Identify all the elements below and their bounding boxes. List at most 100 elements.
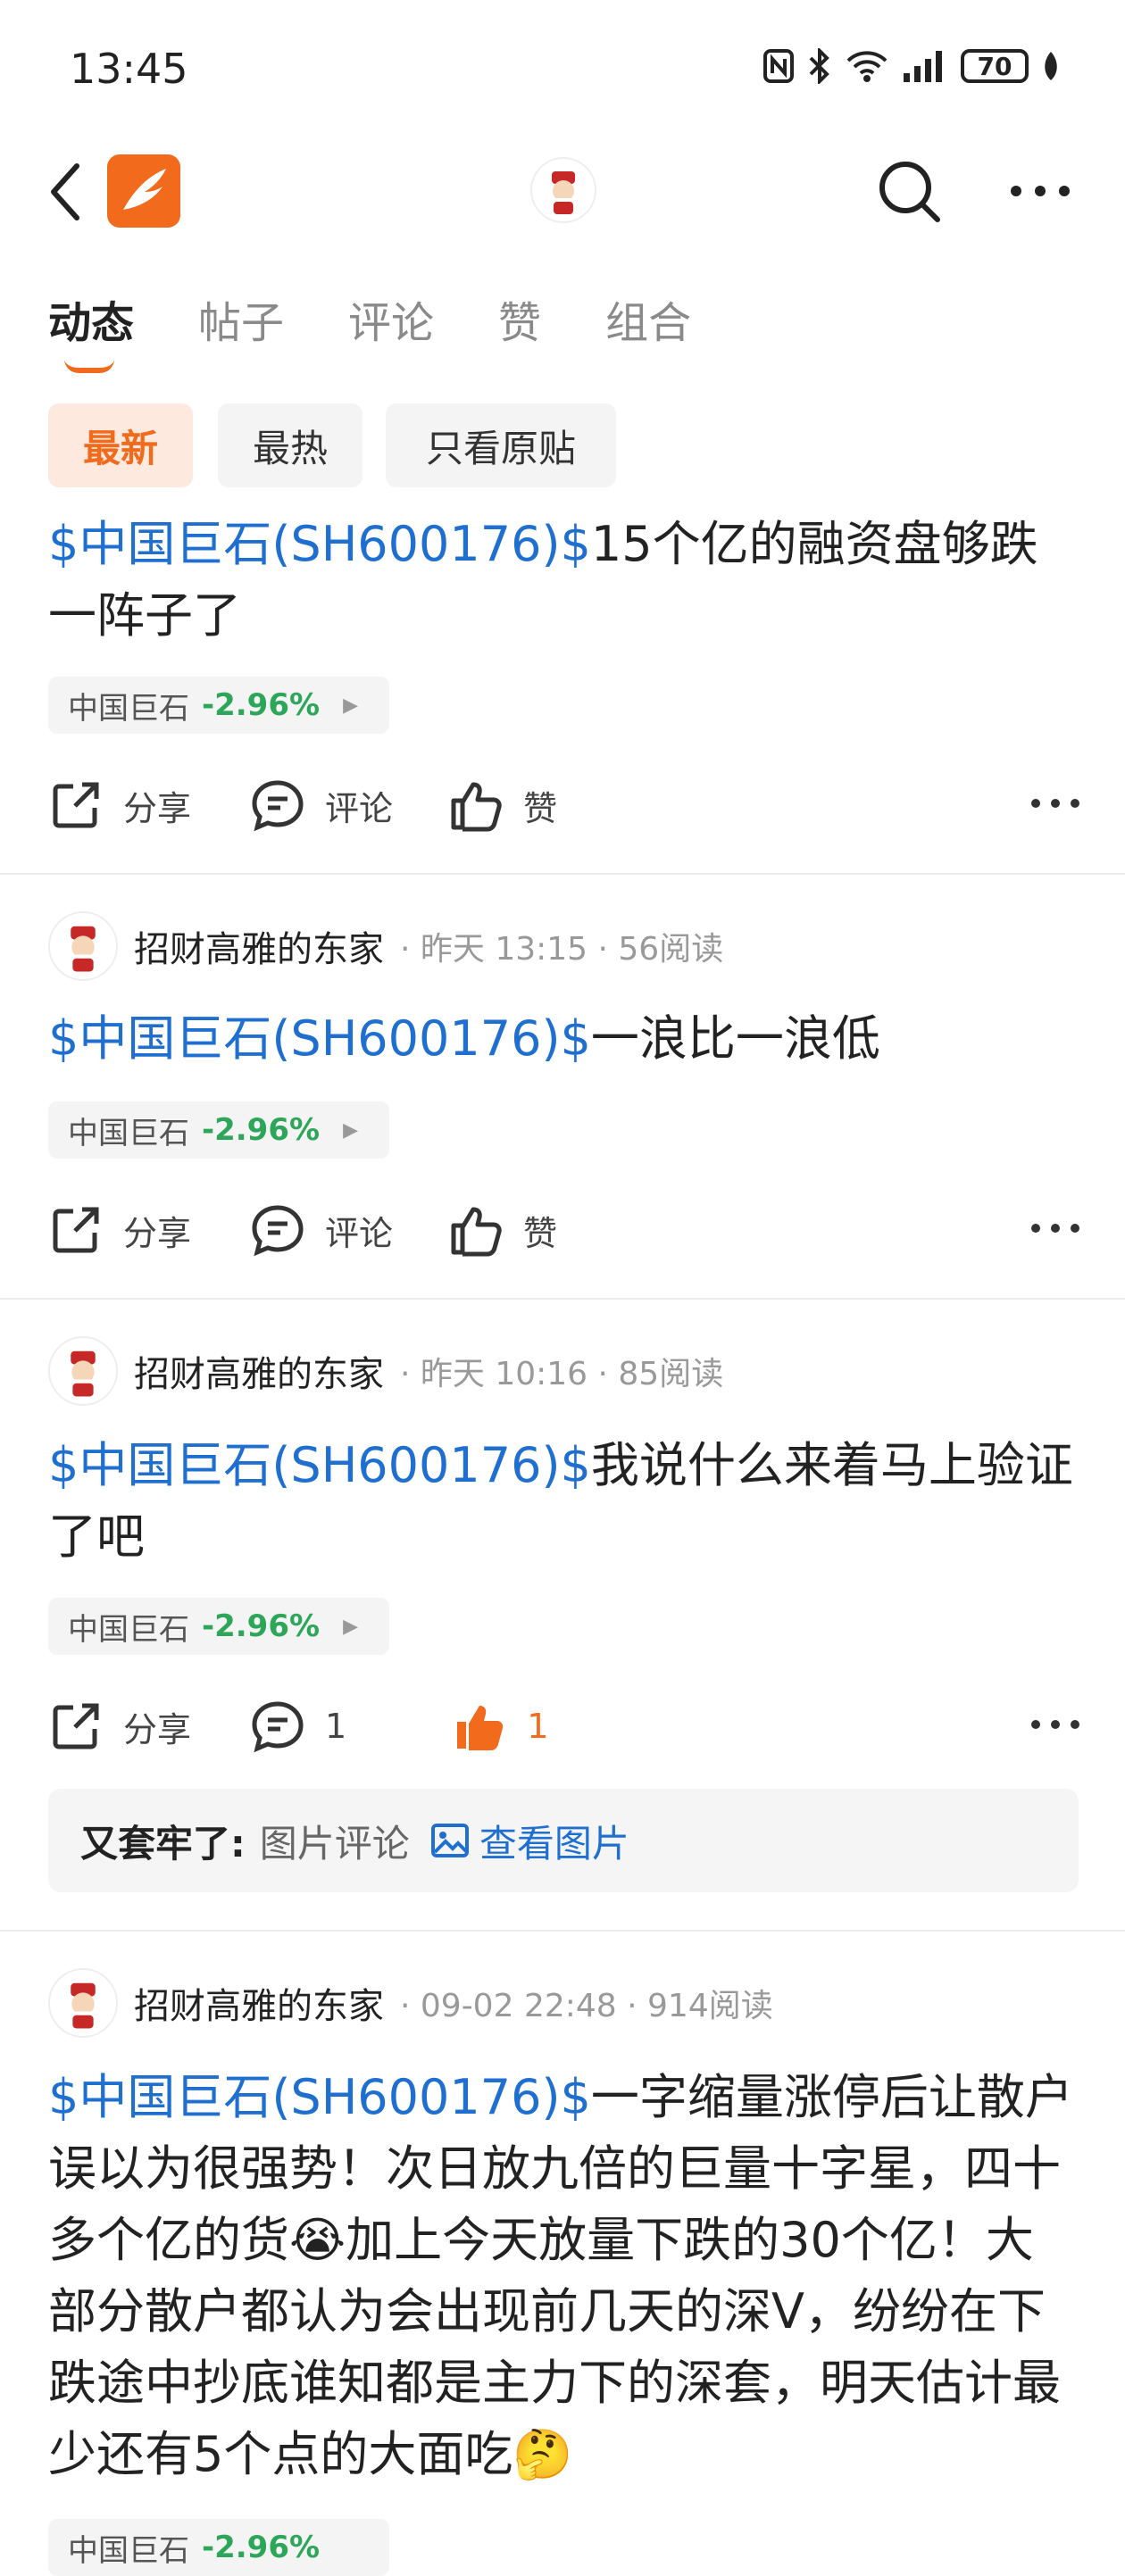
tab-posts[interactable]: 帖子 (198, 287, 284, 350)
stock-chip[interactable]: 中国巨石 -2.96% ▶ (48, 677, 389, 734)
author-name[interactable]: 招财高雅的东家 (134, 1977, 384, 2029)
stock-chip-name: 中国巨石 (68, 1115, 189, 1151)
like-button[interactable]: 赞 (448, 777, 557, 833)
stock-chip[interactable]: 中国巨石 -2.96% (48, 2519, 389, 2576)
share-icon (53, 782, 99, 828)
comment-text: 图片评论 (259, 1821, 410, 1866)
comment-icon (252, 780, 304, 832)
stock-chip[interactable]: 中国巨石 -2.96% ▶ (48, 1598, 389, 1655)
like-button[interactable]: 1 (452, 1699, 548, 1754)
tab-activity[interactable]: 动态 (48, 287, 135, 373)
image-icon (430, 1824, 469, 1857)
thumbs-up-icon (451, 782, 502, 832)
post-actions: 分享 评论 赞 (48, 769, 1080, 841)
comment-button[interactable]: 评论 (250, 777, 393, 833)
divider (0, 1930, 1125, 1932)
post-header[interactable]: 招财高雅的东家 · 09-02 22:48 · 914阅读 (48, 1965, 773, 2040)
like-button[interactable]: 赞 (448, 1202, 557, 1258)
more-icon[interactable] (1030, 1717, 1080, 1732)
stock-link[interactable]: $中国巨石(SH600176)$ (48, 1010, 591, 1067)
snowball-logo-icon (123, 169, 166, 210)
stock-chip-change: -2.96% (202, 2530, 321, 2565)
share-label: 分享 (123, 788, 192, 828)
avatar[interactable] (48, 911, 118, 981)
app-logo[interactable] (107, 154, 180, 228)
avatar[interactable] (48, 1968, 118, 2038)
god-of-wealth-avatar-icon (552, 171, 575, 214)
comment-label: 评论 (325, 1213, 394, 1253)
comment-label: 评论 (325, 788, 394, 828)
post-meta: · 09-02 22:48 · 914阅读 (400, 1988, 773, 2024)
god-of-wealth-avatar-icon (71, 1350, 96, 1397)
comment-preview[interactable]: 又套牢了: 图片评论 查看图片 (48, 1789, 1079, 1892)
share-icon (53, 1207, 99, 1253)
filter-latest[interactable]: 最新 (48, 403, 193, 487)
author-name[interactable]: 招财高雅的东家 (134, 1345, 384, 1397)
search-icon[interactable] (875, 157, 943, 225)
tab-portfolios[interactable]: 组合 (605, 287, 691, 350)
post-actions: 分享 评论 赞 (48, 1194, 1080, 1266)
bluetooth-icon (809, 48, 829, 84)
share-button[interactable]: 分享 (48, 1699, 191, 1754)
more-icon[interactable] (1030, 1221, 1080, 1235)
view-image-link[interactable]: 查看图片 (479, 1814, 629, 1868)
like-label: 赞 (523, 1213, 558, 1253)
stock-chip-name: 中国巨石 (68, 690, 189, 727)
post-content[interactable]: $中国巨石(SH600176)$15个亿的融资盘够跌一阵子了 (48, 509, 1075, 652)
tab-comments[interactable]: 评论 (348, 287, 434, 350)
post-content[interactable]: $中国巨石(SH600176)$一字缩量涨停后让散户误以为很强势！次日放九倍的巨… (48, 2062, 1075, 2490)
nfc-icon (763, 49, 794, 83)
filter-original-only[interactable]: 只看原贴 (386, 403, 616, 487)
post-content[interactable]: $中国巨石(SH600176)$一浪比一浪低 (48, 1003, 1075, 1075)
tab-indicator (64, 359, 114, 373)
share-label: 分享 (123, 1213, 192, 1253)
share-button[interactable]: 分享 (48, 777, 191, 833)
post-header[interactable]: 招财高雅的东家 · 昨天 13:15 · 56阅读 (48, 909, 723, 984)
comment-button[interactable]: 评论 (250, 1202, 393, 1258)
chevron-right-icon: ▶ (343, 694, 358, 717)
thumbs-up-icon (451, 1207, 502, 1257)
divider (0, 1298, 1125, 1300)
share-label: 分享 (123, 1709, 192, 1749)
comment-count: 1 (325, 1707, 347, 1746)
stock-chip-change: -2.96% (202, 1608, 321, 1644)
stock-chip[interactable]: 中国巨石 -2.96% ▶ (48, 1101, 389, 1159)
profile-avatar[interactable] (530, 157, 596, 223)
stock-chip-name: 中国巨石 (68, 2532, 189, 2569)
signal-icon (904, 51, 942, 82)
author-name[interactable]: 招财高雅的东家 (134, 920, 384, 972)
thumbs-up-filled-icon (457, 1706, 504, 1750)
post-body: 一浪比一浪低 (590, 1010, 880, 1067)
status-time: 13:45 (70, 45, 188, 93)
post-actions: 分享 1 1 (48, 1691, 1080, 1762)
stock-link[interactable]: $中国巨石(SH600176)$ (48, 1437, 591, 1493)
post-content[interactable]: $中国巨石(SH600176)$我说什么来着马上验证了吧 (48, 1430, 1075, 1573)
god-of-wealth-avatar-icon (71, 1982, 96, 2029)
tab-likes[interactable]: 赞 (498, 287, 541, 350)
post-header[interactable]: 招财高雅的东家 · 昨天 10:16 · 85阅读 (48, 1334, 723, 1408)
post-meta: · 昨天 13:15 · 56阅读 (400, 931, 724, 968)
stock-link[interactable]: $中国巨石(SH600176)$ (48, 2069, 591, 2125)
stock-link[interactable]: $中国巨石(SH600176)$ (48, 516, 591, 572)
chevron-right-icon: ▶ (343, 1615, 358, 1638)
like-count: 1 (527, 1707, 549, 1746)
divider (0, 873, 1125, 875)
chevron-right-icon: ▶ (343, 1118, 358, 1142)
stock-chip-name: 中国巨石 (68, 1611, 189, 1648)
comment-button[interactable]: 1 (250, 1699, 346, 1754)
like-label: 赞 (523, 788, 558, 828)
avatar[interactable] (48, 1336, 118, 1406)
comment-icon (252, 1701, 304, 1753)
leaf-icon (1045, 52, 1057, 80)
filter-hottest[interactable]: 最热 (218, 403, 362, 487)
stock-chip-change: -2.96% (202, 1112, 321, 1148)
stock-chip-change: -2.96% (202, 687, 321, 723)
commenter-name[interactable]: 又套牢了: (80, 1814, 246, 1868)
tab-bar: 动态 帖子 评论 赞 组合 (48, 287, 691, 373)
tab-label: 动态 (48, 298, 135, 348)
share-button[interactable]: 分享 (48, 1202, 191, 1258)
more-icon[interactable] (1009, 182, 1071, 200)
more-icon[interactable] (1030, 796, 1080, 810)
share-icon (53, 1703, 99, 1749)
back-icon[interactable] (45, 161, 89, 223)
